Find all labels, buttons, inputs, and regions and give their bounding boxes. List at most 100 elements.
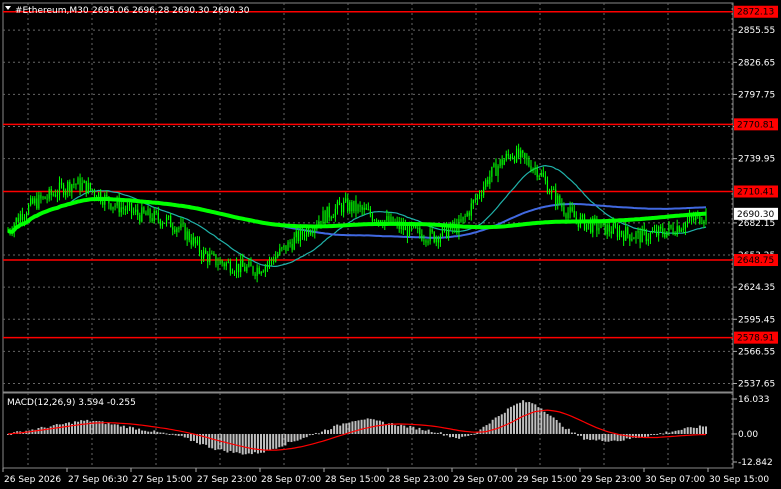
macd-histogram-bar [567,428,570,434]
candle-body [507,153,509,156]
macd-histogram-bar [692,427,695,434]
candle-body [390,216,392,223]
macd-histogram-bar [311,433,314,435]
candle-body [427,241,429,243]
candle-body [326,206,328,224]
candle-body [219,260,221,265]
candle-body [322,211,324,224]
macd-histogram-bar [461,433,464,437]
candle-body [493,163,495,167]
candle-body [635,232,637,239]
candle-body [106,194,108,197]
candle-body [120,207,122,213]
candle-body [355,200,357,212]
candle-body [476,194,479,200]
candle-body [85,180,87,194]
macd-histogram-bar [113,424,116,434]
candle-body [561,204,563,208]
macd-histogram-bar [183,433,186,438]
candle-body [299,228,301,242]
candle-body [108,196,110,204]
candle-body [528,159,530,166]
candle-body [320,220,322,224]
macd-histogram-bar [442,433,445,436]
macd-histogram-bar [296,433,299,441]
macd-histogram-bar [589,433,592,441]
candle-body [200,252,203,259]
price-tick-label: 2682.15 [738,219,775,229]
candle-body [701,222,703,224]
price-tick-label: 2739.95 [738,155,775,165]
candle-body [100,192,102,202]
candle-body [215,254,217,266]
candle-body [363,207,365,210]
candle-body [616,227,619,237]
macd-histogram-bar [506,408,509,434]
candle-body [557,195,559,205]
macd-histogram-bar [418,427,421,434]
candle-body [124,208,126,211]
candle-body [365,207,367,210]
candle-body [575,217,577,220]
candle-body [359,205,361,207]
candle-body [569,207,571,213]
candle-body [15,217,17,225]
trading-chart[interactable]: 2855.552826.652797.752768.852739.952682.… [0,0,781,489]
candle-body [17,217,19,222]
candle-body [662,228,664,235]
macd-histogram-bar [552,417,555,434]
candle-body [544,176,546,181]
macd-histogram-bar [269,433,272,450]
macd-histogram-bar [186,433,189,438]
macd-histogram-bar [604,433,607,442]
macd-histogram-bar [674,430,677,434]
macd-histogram-bar [433,432,436,434]
macd-histogram-bar [107,422,110,434]
macd-histogram-bar [491,419,494,434]
macd-histogram-bar [308,433,311,436]
candle-body [538,175,540,177]
candle-body [229,261,231,273]
candle-body [452,222,454,229]
candle-body [639,231,641,243]
macd-histogram-bar [122,425,125,434]
candle-body [676,226,678,235]
macd-histogram-bar [464,433,467,437]
candle-body [198,240,201,253]
macd-histogram-bar [500,414,503,434]
candle-body [48,188,50,199]
candle-body [56,194,59,197]
macd-histogram-bar [698,425,701,434]
candle-body [462,216,464,222]
candle-body [594,218,596,220]
candle-body [258,267,260,274]
candle-body [651,231,654,233]
candle-body [437,237,439,243]
level-label: 2648.75 [737,256,774,266]
macd-histogram-bar [302,433,305,438]
candle-body [402,223,404,231]
candle-body [178,227,180,229]
candle-body [13,224,15,233]
candle-body [11,232,13,234]
macd-histogram-bar [689,427,692,434]
candle-body [34,198,36,204]
candle-body [515,148,518,162]
candle-body [27,204,30,215]
macd-histogram-bar [656,433,659,435]
macd-histogram-bar [400,424,403,434]
candle-body [536,167,538,177]
candle-body [388,216,390,223]
candle-body [324,211,326,224]
candle-body [295,231,297,238]
macd-histogram-bar [381,421,384,434]
macd-histogram-bar [256,433,259,454]
macd-histogram-bar [360,419,363,434]
candle-body [141,207,143,222]
macd-histogram-bar [165,433,168,435]
time-tick-label: 26 Sep 2026 [4,475,61,485]
candle-body [196,240,199,244]
candle-body [458,219,460,234]
price-tick-label: 2624.35 [738,283,775,293]
candle-body [240,259,242,273]
